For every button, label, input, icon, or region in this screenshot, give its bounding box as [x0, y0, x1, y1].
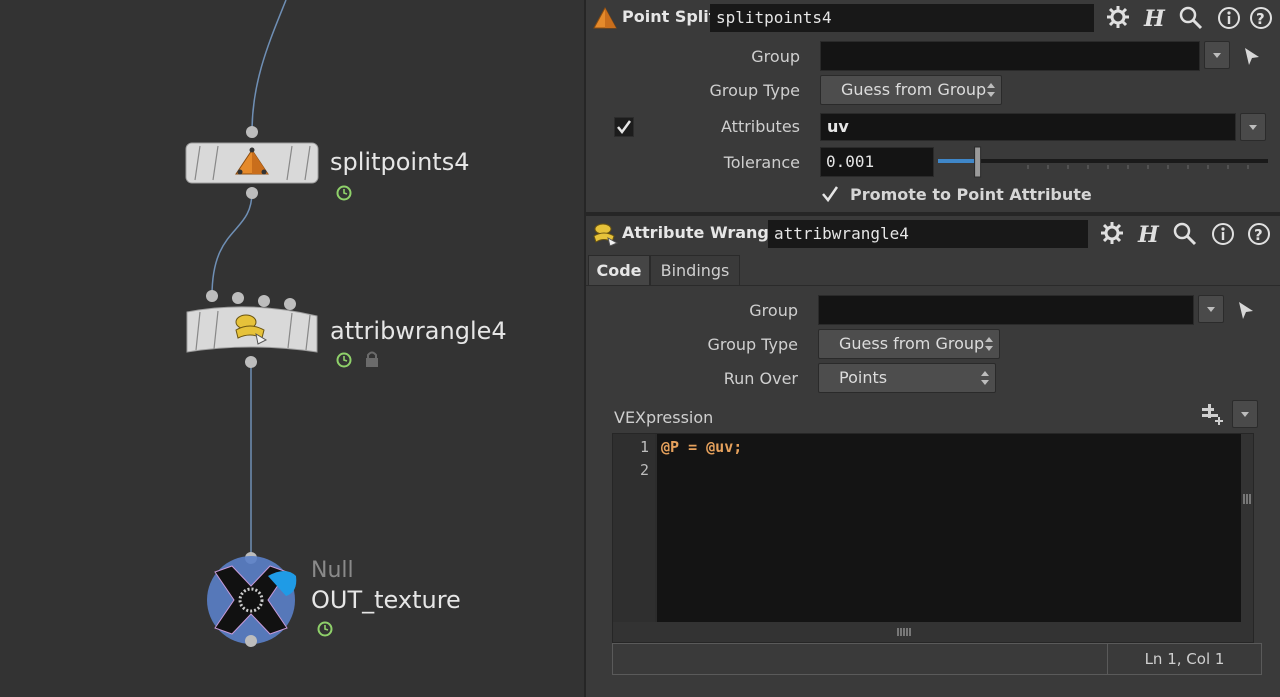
node-label-out-texture[interactable]: OUT_texture [311, 586, 461, 614]
node-label-splitpoints4[interactable]: splitpoints4 [330, 148, 469, 176]
cursor-position: Ln 1, Col 1 [1144, 650, 1225, 668]
pointer-arrow-icon[interactable] [1236, 300, 1256, 320]
check-icon[interactable] [820, 184, 840, 204]
tab-bindings[interactable]: Bindings [650, 255, 740, 285]
wrangle-group-label: Group [749, 301, 798, 320]
lock-icon[interactable] [363, 350, 381, 368]
question-icon[interactable]: ? [1246, 221, 1272, 247]
scroll-grip[interactable] [1243, 494, 1251, 504]
scroll-grip[interactable] [897, 628, 911, 636]
run-over-menu[interactable]: Points [818, 363, 996, 393]
svg-text:H: H [1143, 6, 1166, 31]
wrangle-node-icon [593, 223, 618, 246]
line-number-gutter: 1 2 [613, 434, 655, 622]
code-editor[interactable]: 1 2 @P = @uv; [612, 433, 1254, 643]
pointer-arrow-icon[interactable] [1242, 46, 1262, 66]
point-split-title: Point Split [622, 7, 717, 26]
group-type-menu[interactable]: Guess from Group [820, 75, 1002, 105]
run-over-label: Run Over [723, 369, 798, 388]
point-split-node-name[interactable]: splitpoints4 [710, 4, 1094, 32]
wrangle-group-type-label: Group Type [707, 335, 798, 354]
svg-text:?: ? [1254, 226, 1263, 244]
wire-input [251, 0, 287, 133]
wrangle-group-type-menu[interactable]: Guess from Group [818, 329, 1000, 359]
attributes-dropdown-button[interactable] [1240, 113, 1266, 141]
node-out-texture[interactable] [207, 552, 297, 647]
question-icon[interactable]: ? [1248, 5, 1274, 31]
snippet-dropdown-button[interactable] [1232, 400, 1258, 428]
attrib-wrangle-header: Attribute Wrangle attribwrangle4 H ? [586, 216, 1280, 252]
gear-icon[interactable] [1100, 221, 1126, 247]
add-snippet-icon[interactable] [1200, 402, 1226, 428]
vexpression-label: VEXpression [614, 408, 714, 427]
group-type-value: Guess from Group [841, 80, 987, 99]
search-icon[interactable] [1172, 221, 1198, 247]
group-label: Group [751, 47, 800, 66]
attributes-field[interactable]: uv [820, 113, 1236, 141]
horizontal-scrollbar[interactable] [613, 622, 1253, 642]
point-split-header: Point Split splitpoints4 H ? [586, 0, 1280, 36]
gear-icon[interactable] [1106, 5, 1132, 31]
svg-text:H: H [1137, 222, 1160, 247]
wrangle-group-dropdown-button[interactable] [1198, 295, 1224, 323]
slider-handle [974, 146, 982, 178]
node-attribwrangle4[interactable] [186, 290, 318, 368]
node-type-null: Null [311, 558, 354, 583]
network-editor[interactable]: splitpoints4 attribwrangle4 Null OUT_tex… [0, 0, 584, 697]
attributes-enable-checkbox[interactable] [614, 117, 634, 137]
attrib-wrangle-node-name[interactable]: attribwrangle4 [768, 220, 1088, 248]
tab-code[interactable]: Code [588, 255, 650, 285]
group-dropdown-button[interactable] [1204, 41, 1230, 69]
group-field[interactable] [820, 41, 1200, 71]
clock-icon [317, 621, 333, 637]
node-splitpoints4[interactable] [185, 126, 319, 199]
search-icon[interactable] [1178, 5, 1204, 31]
help-h-icon[interactable]: H [1136, 221, 1162, 247]
clock-icon [336, 185, 352, 201]
check-icon [617, 120, 632, 135]
updown-arrow-icon [985, 337, 993, 351]
promote-label[interactable]: Promote to Point Attribute [850, 185, 1092, 204]
tolerance-slider[interactable] [938, 145, 1270, 179]
line-number: 2 [639, 461, 649, 479]
parameter-pane: Point Split splitpoints4 H ? Group Group… [584, 0, 1280, 697]
svg-text:?: ? [1256, 10, 1265, 28]
clock-icon [336, 352, 352, 368]
point-split-node-icon [593, 6, 617, 29]
updown-arrow-icon [981, 371, 989, 385]
help-h-icon[interactable]: H [1142, 5, 1168, 31]
info-icon[interactable] [1216, 5, 1242, 31]
node-label-attribwrangle4[interactable]: attribwrangle4 [330, 317, 507, 345]
run-over-value: Points [839, 368, 888, 387]
attributes-label: Attributes [721, 117, 800, 136]
code-text-area[interactable]: @P = @uv; [657, 434, 1241, 622]
info-icon[interactable] [1210, 221, 1236, 247]
updown-arrow-icon [987, 83, 995, 97]
wire-split-to-wrangle [211, 191, 253, 297]
wrangle-group-type-value: Guess from Group [839, 334, 985, 353]
attrib-wrangle-title: Attribute Wrangle [622, 223, 786, 242]
wrangle-group-field[interactable] [818, 295, 1194, 325]
line-number: 1 [639, 438, 649, 456]
group-type-label: Group Type [709, 81, 800, 100]
code-line[interactable]: @P = @uv; [661, 438, 742, 456]
editor-status-bar: Ln 1, Col 1 [612, 643, 1262, 675]
tolerance-field[interactable]: 0.001 [820, 147, 934, 177]
network-wires [185, 0, 319, 647]
tolerance-label: Tolerance [723, 153, 800, 172]
vertical-scrollbar[interactable] [1241, 434, 1253, 622]
